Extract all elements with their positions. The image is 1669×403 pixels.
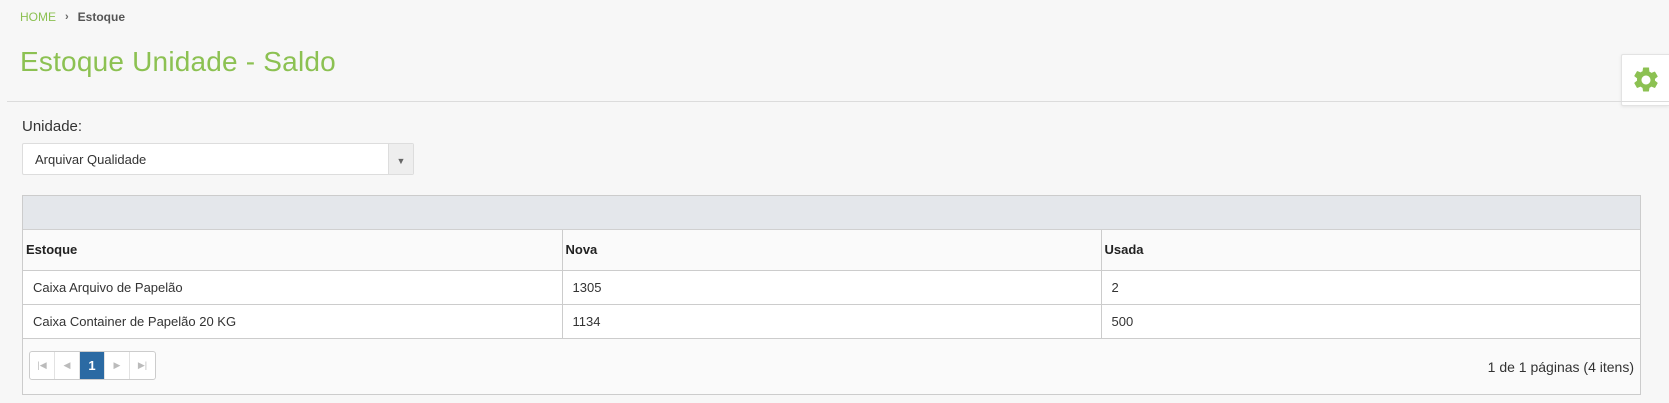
cell-nova: 1305 (562, 270, 1102, 305)
cell-usada: 500 (1101, 304, 1640, 339)
last-page-icon[interactable]: ▶| (130, 352, 155, 379)
breadcrumb-separator-icon: › (65, 11, 69, 23)
cell-nova: 1134 (562, 304, 1102, 339)
page-title: Estoque Unidade - Saldo (20, 46, 336, 77)
unidade-label: Unidade: (22, 118, 83, 135)
table-header-row: Estoque Nova Usada (23, 230, 1640, 271)
pager: |◀ ◀ 1 ▶ ▶| 1 de 1 páginas (4 itens) (23, 341, 1640, 394)
breadcrumb-home-link[interactable]: HOME (20, 10, 56, 24)
next-page-icon[interactable]: ▶ (105, 352, 130, 379)
table-row[interactable]: Caixa Arquivo de Papelão 1305 2 (23, 270, 1640, 305)
unidade-select-value: Arquivar Qualidade (35, 152, 147, 167)
chevron-down-icon[interactable]: ▼ (388, 144, 413, 174)
gear-icon (1633, 67, 1658, 92)
header-divider (7, 101, 1669, 102)
pager-summary: 1 de 1 páginas (4 itens) (1487, 359, 1634, 375)
stock-table: Estoque Nova Usada Caixa Arquivo de Pape… (23, 230, 1640, 339)
cell-estoque: Caixa Container de Papelão 20 KG (23, 304, 563, 339)
first-page-icon[interactable]: |◀ (30, 352, 55, 379)
stock-grid: Estoque Nova Usada Caixa Arquivo de Pape… (22, 195, 1641, 395)
cell-estoque: Caixa Arquivo de Papelão (23, 270, 563, 305)
pager-nav: |◀ ◀ 1 ▶ ▶| (29, 351, 156, 380)
column-header-estoque[interactable]: Estoque (23, 230, 563, 271)
unidade-select[interactable]: Arquivar Qualidade ▼ (22, 143, 414, 175)
column-header-nova[interactable]: Nova (562, 230, 1102, 271)
settings-button[interactable] (1621, 54, 1669, 106)
table-row[interactable]: Caixa Container de Papelão 20 KG 1134 50… (23, 304, 1640, 339)
breadcrumb-current: Estoque (77, 10, 126, 24)
cell-usada: 2 (1101, 270, 1640, 305)
prev-page-icon[interactable]: ◀ (55, 352, 80, 379)
column-header-usada[interactable]: Usada (1101, 230, 1640, 271)
page-button-1[interactable]: 1 (80, 352, 105, 379)
grid-toolbar (23, 196, 1640, 230)
breadcrumb: HOME › Estoque (20, 10, 125, 24)
